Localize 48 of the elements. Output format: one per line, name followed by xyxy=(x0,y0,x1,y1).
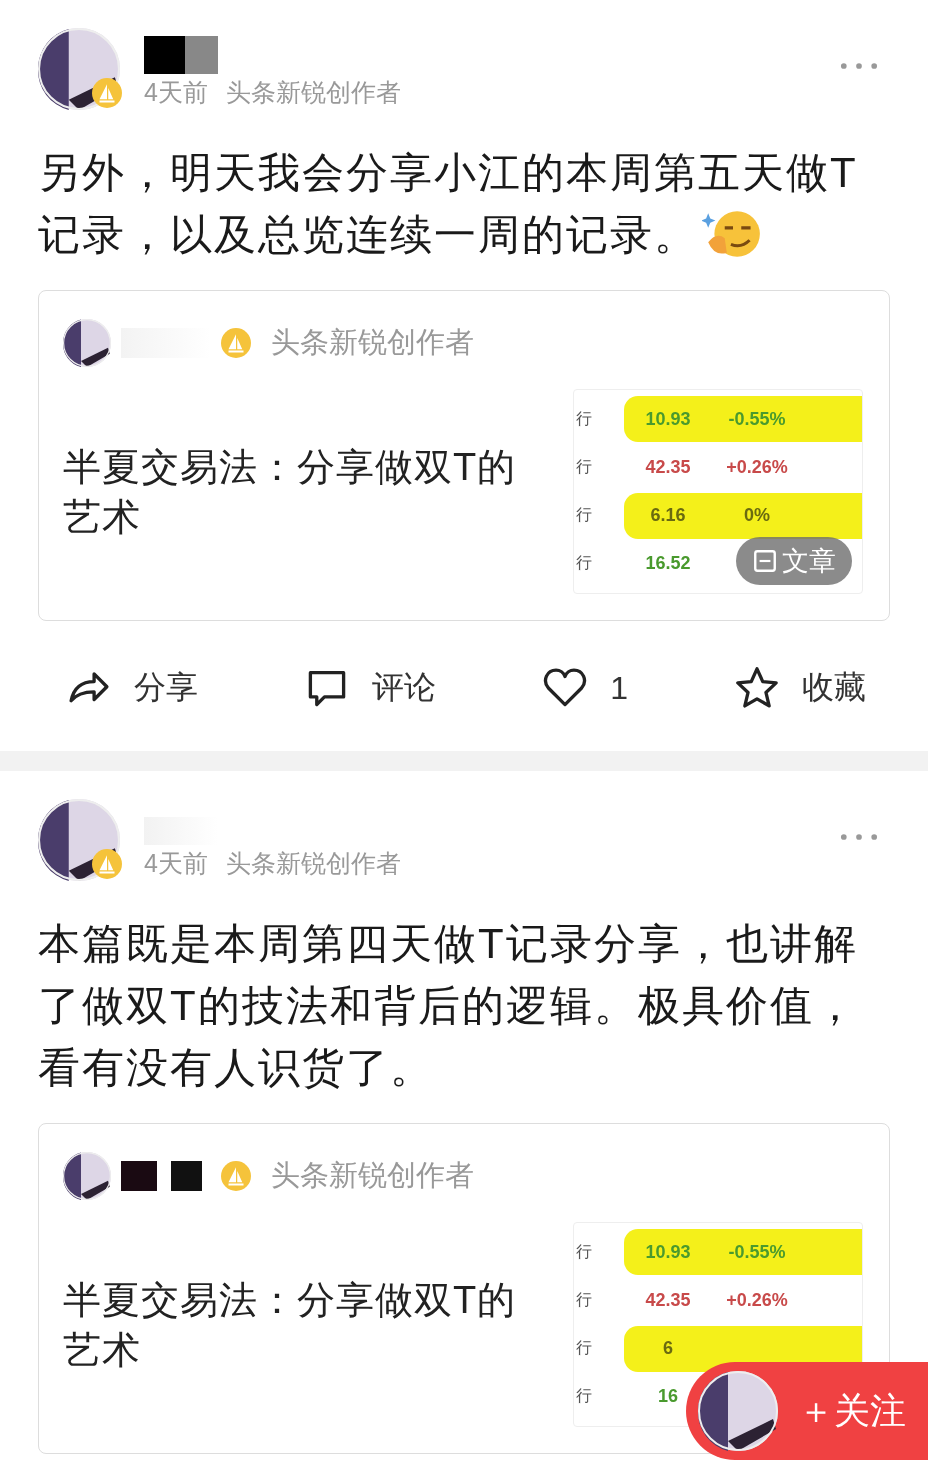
stock-price: 6 xyxy=(662,1338,674,1360)
avatar xyxy=(63,1152,111,1200)
row-label: 行 xyxy=(575,1386,593,1407)
article-title: 半夏交易法：分享做双T的艺术 xyxy=(63,1277,518,1373)
stock-change: -0.55% xyxy=(727,408,787,430)
row-label: 行 xyxy=(575,1289,593,1310)
stock-price: 6.16 xyxy=(649,505,687,527)
stock-change: +0.26% xyxy=(725,1289,789,1311)
action-button[interactable]: 收藏 xyxy=(734,661,866,715)
badge-icon xyxy=(92,849,122,879)
row-label: 行 xyxy=(575,408,593,429)
follow-button[interactable]: ＋关注 xyxy=(686,1362,928,1460)
article-title: 半夏交易法：分享做双T的艺术 xyxy=(63,444,518,540)
row-label: 行 xyxy=(575,553,593,574)
row-label: 行 xyxy=(575,1338,593,1359)
row-label: 行 xyxy=(575,505,593,526)
action-button[interactable]: 1 xyxy=(542,661,628,715)
row-label: 行 xyxy=(575,1241,593,1262)
stock-price: 16.52 xyxy=(644,553,692,575)
stock-price: 10.93 xyxy=(644,408,692,430)
stock-change: -0.55% xyxy=(727,1241,787,1263)
row-label: 行 xyxy=(575,456,593,477)
stock-price: 42.35 xyxy=(644,456,692,478)
author-title: 头条新锐创作者 xyxy=(271,1158,474,1193)
stock-change: +0.26% xyxy=(725,456,789,478)
action-button[interactable]: 分享 xyxy=(66,661,198,715)
author-title: 头条新锐创作者 xyxy=(271,325,474,360)
author-title: 头条新锐创作者 xyxy=(225,77,401,108)
author-title: 头条新锐创作者 xyxy=(225,848,401,879)
linked-article-card[interactable]: 头条新锐创作者 半夏交易法：分享做双T的艺术 行 10.93 -0.55% 行 42.35 +0.26% 行 6.16 0% 行 16.52 文章 xyxy=(38,290,890,621)
badge-icon xyxy=(221,1161,251,1191)
stock-price: 16 xyxy=(657,1386,679,1408)
badge-icon xyxy=(92,78,122,108)
badge-icon xyxy=(221,328,251,358)
stock-price: 42.35 xyxy=(644,1289,692,1311)
post-text: 本篇既是本周第四天做T记录分享，也讲解了做双T的技法和背后的逻辑。极具价值，看有没有人识货了。 xyxy=(38,920,858,1091)
star-icon xyxy=(734,665,780,711)
more-icon[interactable] xyxy=(840,62,878,70)
avatar xyxy=(63,319,111,367)
tag-label: 文章 xyxy=(782,545,836,578)
action-button[interactable]: 评论 xyxy=(304,661,437,715)
document-icon xyxy=(752,548,778,574)
post-text: 另外，明天我会分享小江的本周第五天做T记录，以及总览连续一周的记录。 xyxy=(38,149,858,258)
post-time: 4天前 xyxy=(144,77,208,108)
stock-change: 0% xyxy=(743,505,771,527)
stock-price: 10.93 xyxy=(644,1241,692,1263)
more-icon[interactable] xyxy=(840,833,878,841)
post-time: 4天前 xyxy=(144,848,208,879)
